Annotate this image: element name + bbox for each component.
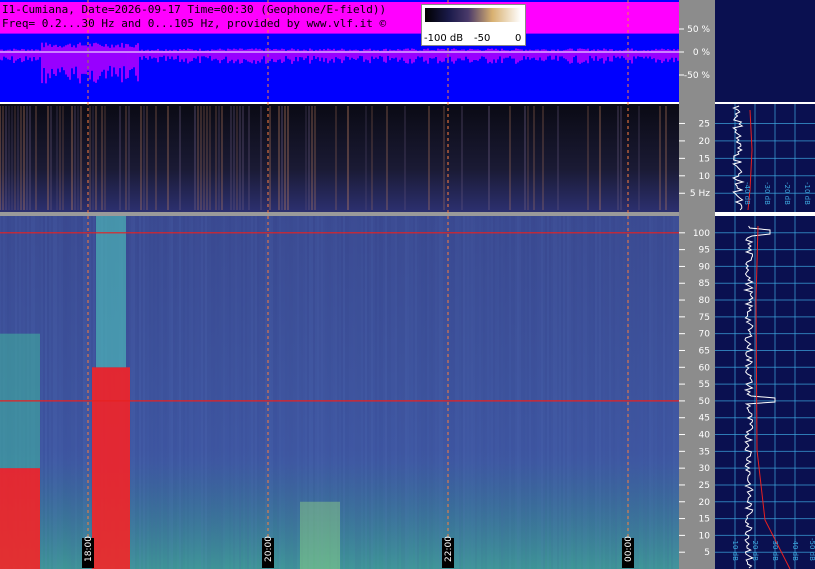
burst-main-halo (96, 216, 126, 368)
main-tick-label: 45 (699, 414, 710, 424)
header-subtitle: Freq= 0.2...30 Hz and 0...105 Hz, provid… (2, 17, 387, 30)
burst-20h (300, 501, 340, 569)
main-tick-label: 75 (699, 313, 710, 323)
side-low-db-label: -20 dB (783, 182, 791, 205)
lowfreq-tick-label: 5 Hz (690, 189, 710, 199)
main-tick-label: 30 (699, 464, 711, 474)
colorbar-label-max: 0 (515, 33, 522, 44)
lowfreq-tick-label: 25 (699, 119, 710, 129)
side-low-db-label: -30 dB (763, 182, 771, 205)
colorbar-label-min: -100 dB (424, 33, 464, 44)
lowfreq-tick-label: 10 (699, 172, 711, 182)
lowfreq-tick-label: 15 (699, 154, 710, 164)
main-tick-label: 10 (699, 531, 711, 541)
time-tick-label: 18:00 (84, 536, 94, 562)
main-tick-label: 60 (699, 363, 711, 373)
colorbar-gradient (425, 8, 521, 22)
main-tick-label: 20 (699, 498, 711, 508)
main-tick-label: 90 (699, 262, 711, 272)
main-tick-label: 25 (699, 481, 710, 491)
side-main-db-label: -50 dB (808, 538, 815, 561)
time-tick-label: 00:00 (624, 536, 634, 562)
main-tick-label: 100 (693, 229, 710, 239)
main-tick-label: 80 (699, 296, 711, 306)
side-main-db-label: -30 dB (771, 538, 779, 561)
main-tick-label: 65 (699, 346, 710, 356)
main-tick-label: 40 (699, 431, 711, 441)
time-tick-label: 20:00 (264, 536, 274, 562)
side-main-db-label: -40 dB (791, 538, 799, 561)
main-tick-label: 50 (699, 397, 711, 407)
side-low-db-label: -10 dB (803, 182, 811, 205)
waveform-tick-label: 0 % (693, 48, 711, 58)
main-tick-label: 70 (699, 330, 711, 340)
chart-canvas: 50 %0 %-50 % 252015105 Hz 10095908580757… (0, 0, 815, 569)
main-tick-label: 35 (699, 447, 710, 457)
main-tick-label: 55 (699, 380, 710, 390)
burst-left (0, 468, 40, 569)
main-tick-label: 15 (699, 515, 710, 525)
lowfreq-tick-label: 20 (699, 137, 711, 147)
header-title: I1-Cumiana, Date=2026-09-17 Time=00:30 (… (2, 3, 387, 16)
burst-main (92, 367, 130, 569)
spectrogram-page: 50 % 0 % -50 % 25 20 15 10 5 Hz 100 95 90 85 80 75 7… (0, 0, 815, 569)
colorbar-label-mid: -50 (474, 33, 491, 44)
main-tick-label: 5 (704, 548, 710, 558)
side-low-db-label: -40 dB (743, 182, 751, 205)
separator-bar (0, 212, 679, 216)
colorbar-legend: -100 dB -50 0 (421, 4, 526, 46)
side-panel-top (715, 0, 815, 102)
main-tick-label: 95 (699, 246, 710, 256)
waveform-tick-label: -50 % (684, 71, 711, 81)
side-main-db-label: -20 dB (751, 538, 759, 561)
main-tick-label: 85 (699, 279, 710, 289)
waveform-tick-label: 50 % (687, 25, 710, 35)
side-main-db-label: -10 dB (731, 538, 739, 561)
time-tick-label: 22:00 (444, 536, 454, 562)
